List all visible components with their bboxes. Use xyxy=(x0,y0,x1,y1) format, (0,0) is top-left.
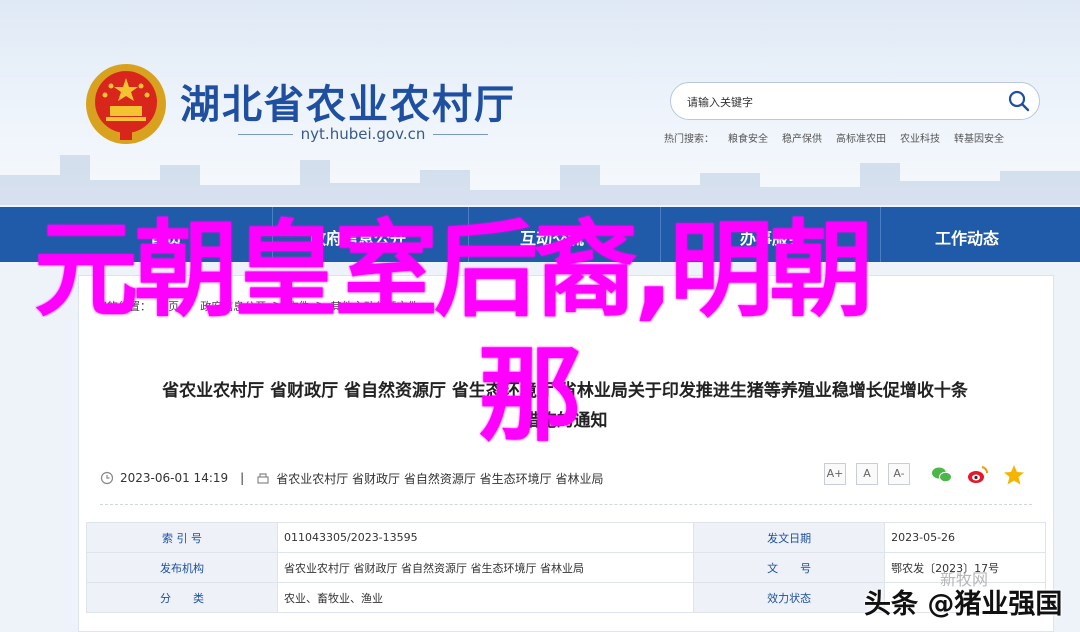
info-label: 发布机构 xyxy=(86,552,278,583)
hot-term-5[interactable]: 转基因安全 xyxy=(954,130,1004,145)
source-icon xyxy=(257,473,269,484)
hot-term-4[interactable]: 农业科技 xyxy=(900,130,940,145)
nav-divider xyxy=(880,207,881,262)
info-value: 农业、畜牧业、渔业 xyxy=(276,582,695,613)
info-label: 索 引 号 xyxy=(86,522,278,553)
search-input[interactable] xyxy=(685,91,989,113)
info-value: 省农业农村厅 省财政厅 省自然资源厅 省生态环境厅 省林业局 xyxy=(276,552,695,583)
hot-term-3[interactable]: 高标准农田 xyxy=(836,130,886,145)
clock-icon xyxy=(100,471,114,485)
overlay-caption-line-2: 那 xyxy=(478,334,583,456)
favorite-star-icon[interactable] xyxy=(1002,463,1026,487)
info-label: 文 号 xyxy=(693,552,886,583)
nav-news[interactable]: 工作动态 xyxy=(935,225,999,249)
publish-date: 2023-06-01 14:19 xyxy=(120,471,229,485)
info-label: 发文日期 xyxy=(693,522,886,553)
site-domain: nyt.hubei.gov.cn xyxy=(238,124,489,144)
table-row: 索 引 号 011043305/2023-13595 发文日期 2023-05-… xyxy=(86,522,1046,553)
font-smaller-button[interactable]: A- xyxy=(888,463,910,485)
table-row: 发布机构 省农业农村厅 省财政厅 省自然资源厅 省生态环境厅 省林业局 文 号 … xyxy=(86,552,1046,583)
site-title[interactable]: 湖北省农业农村厅 xyxy=(180,72,516,130)
hot-search-label: 热门搜索： xyxy=(664,134,714,145)
article-sources: 省农业农村厅 省财政厅 省自然资源厅 省生态环境厅 省林业局 xyxy=(276,471,604,486)
weibo-share-icon[interactable] xyxy=(966,463,990,487)
info-value: 011043305/2023-13595 xyxy=(276,522,695,553)
domain-divider-left xyxy=(238,133,293,135)
toutiao-watermark: 头条 @猪业强国 xyxy=(864,589,1063,620)
hot-search-row: 热门搜索： 粮食安全 稳产保供 高标准农田 农业科技 转基因安全 xyxy=(664,130,1004,145)
info-label: 效力状态 xyxy=(693,582,886,613)
info-value: 2023-05-26 xyxy=(884,522,1046,553)
hot-term-2[interactable]: 稳产保供 xyxy=(782,130,822,145)
national-emblem-icon xyxy=(86,64,166,144)
font-normal-button[interactable]: A xyxy=(856,463,878,485)
meta-separator: | xyxy=(240,471,245,485)
domain-divider-right xyxy=(433,133,489,135)
wechat-share-icon[interactable] xyxy=(930,463,954,487)
search-box xyxy=(670,82,1040,120)
font-larger-button[interactable]: A+ xyxy=(824,463,846,485)
search-icon[interactable] xyxy=(1007,89,1031,113)
site-header: 湖北省农业农村厅 nyt.hubei.gov.cn 热门搜索： 粮食安全 稳产保… xyxy=(0,0,1080,205)
overlay-caption-line-1: 元朝皇室后裔,明朝 xyxy=(34,209,874,331)
domain-text: nyt.hubei.gov.cn xyxy=(300,125,426,143)
info-label: 分 类 xyxy=(86,582,278,613)
hot-term-1[interactable]: 粮食安全 xyxy=(728,130,768,145)
meta-divider xyxy=(100,504,1032,505)
